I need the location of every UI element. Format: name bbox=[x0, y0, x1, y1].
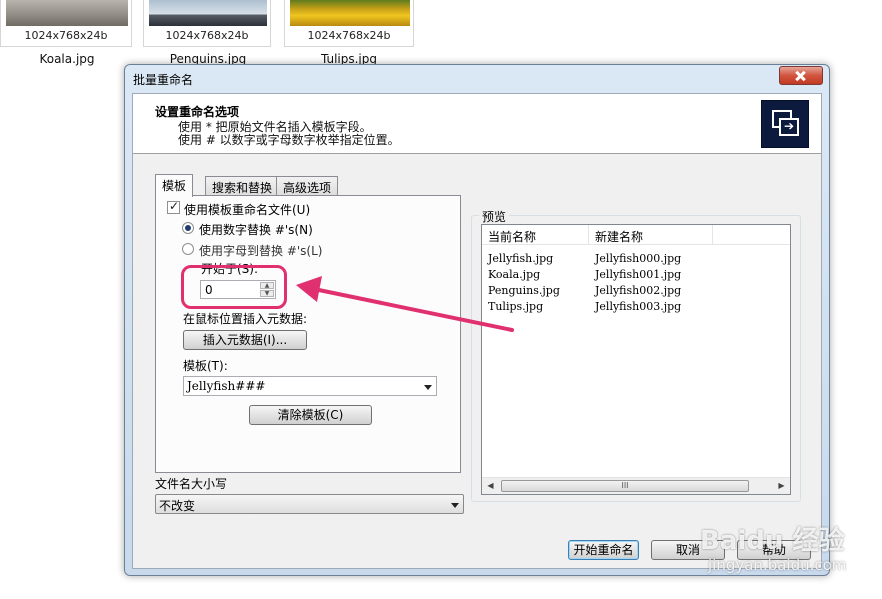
use-template-checkbox[interactable] bbox=[167, 199, 180, 214]
filename-case-value: 不改变 bbox=[159, 499, 196, 513]
watermark-url: jingyan.baidu.com bbox=[708, 556, 847, 574]
current-name-cell: Koala.jpg bbox=[488, 268, 541, 281]
batch-rename-icon: ➔ bbox=[761, 100, 809, 148]
horizontal-scrollbar[interactable]: ◀ III ▶ bbox=[482, 477, 790, 494]
insert-metadata-label: 在鼠标位置插入元数据: bbox=[183, 312, 308, 326]
new-name-cell: Jellyfish002.jpg bbox=[595, 284, 682, 297]
dialog-titlebar[interactable]: 批量重命名 bbox=[125, 65, 829, 91]
preview-label: 预览 bbox=[479, 208, 510, 225]
filename-case-combobox[interactable]: 不改变 bbox=[155, 494, 464, 514]
scroll-right-icon[interactable]: ▶ bbox=[773, 478, 790, 494]
header-hint-line: 使用 # 以数字或字母数字枚举指定位置。 bbox=[178, 133, 400, 147]
preview-list[interactable]: 当前名称 新建名称 Jellyfish.jpg Jellyfish000.jpg… bbox=[481, 224, 791, 495]
template-combobox[interactable]: Jellyfish### bbox=[183, 376, 437, 396]
start-at-highlight-annotation bbox=[181, 265, 287, 309]
template-value: Jellyfish### bbox=[187, 379, 266, 393]
current-name-cell: Penguins.jpg bbox=[488, 284, 560, 297]
tab-template[interactable]: 模板 bbox=[155, 174, 194, 197]
thumbnail-resolution: 1024x768x24b bbox=[24, 29, 108, 42]
use-template-label[interactable]: 使用模板重命名文件(U) bbox=[184, 201, 310, 218]
koala-image bbox=[6, 0, 128, 26]
chevron-down-icon[interactable] bbox=[424, 385, 432, 390]
filename-case-label: 文件名大小写 bbox=[155, 477, 228, 491]
scrollbar-thumb[interactable]: III bbox=[501, 480, 749, 492]
insert-metadata-button[interactable]: 插入元数据(I)... bbox=[183, 330, 307, 350]
template-tab-panel: 使用模板重命名文件(U) 使用数字替换 #'s(N) 使用字母到替换 #'s(L… bbox=[155, 195, 461, 473]
current-name-cell: Tulips.jpg bbox=[488, 300, 544, 313]
chevron-down-icon[interactable] bbox=[451, 503, 459, 508]
column-current-name[interactable]: 当前名称 bbox=[488, 228, 536, 245]
alpha-replace-label[interactable]: 使用字母到替换 #'s(L) bbox=[199, 242, 322, 259]
new-name-cell: Jellyfish003.jpg bbox=[595, 300, 682, 313]
alpha-replace-radio[interactable] bbox=[182, 243, 194, 255]
tab-advanced-options[interactable]: 高级选项 bbox=[276, 176, 339, 196]
tab-search-replace[interactable]: 搜索和替换 bbox=[205, 176, 280, 196]
watermark-brand: Baidu 经验 bbox=[700, 526, 845, 556]
thumbnail-penguins[interactable]: 1024x768x24b bbox=[143, 0, 271, 47]
numeric-replace-label[interactable]: 使用数字替换 #'s(N) bbox=[199, 221, 313, 238]
batch-rename-dialog: 批量重命名 设置重命名选项 使用 * 把原始文件名插入模板字段。 使用 # 以数… bbox=[124, 64, 830, 576]
new-name-cell: Jellyfish001.jpg bbox=[595, 268, 682, 281]
tulips-image bbox=[290, 0, 410, 26]
start-rename-button[interactable]: 开始重命名 bbox=[568, 540, 639, 560]
clear-template-button[interactable]: 清除模板(C) bbox=[249, 405, 372, 425]
current-name-cell: Jellyfish.jpg bbox=[488, 252, 554, 265]
thumbnail-tulips[interactable]: 1024x768x24b bbox=[284, 0, 414, 47]
column-new-name[interactable]: 新建名称 bbox=[595, 228, 643, 245]
thumbnail-resolution: 1024x768x24b bbox=[307, 29, 391, 42]
penguins-image bbox=[149, 0, 267, 26]
thumbnail-koala[interactable]: 1024x768x24b bbox=[0, 0, 132, 47]
dialog-client-area: 设置重命名选项 使用 * 把原始文件名插入模板字段。 使用 # 以数字或字母数字… bbox=[132, 93, 822, 569]
preview-list-header: 当前名称 新建名称 bbox=[482, 225, 790, 245]
close-icon[interactable] bbox=[779, 66, 823, 85]
numeric-replace-radio[interactable] bbox=[182, 222, 194, 234]
dialog-header: 设置重命名选项 使用 * 把原始文件名插入模板字段。 使用 # 以数字或字母数字… bbox=[133, 94, 821, 154]
thumbnail-resolution: 1024x768x24b bbox=[165, 29, 249, 42]
thumbnail-filename[interactable]: Koala.jpg bbox=[22, 52, 112, 66]
template-label: 模板(T): bbox=[183, 359, 228, 373]
dialog-title: 批量重命名 bbox=[133, 73, 194, 87]
scroll-left-icon[interactable]: ◀ bbox=[482, 478, 499, 494]
new-name-cell: Jellyfish000.jpg bbox=[595, 252, 682, 265]
